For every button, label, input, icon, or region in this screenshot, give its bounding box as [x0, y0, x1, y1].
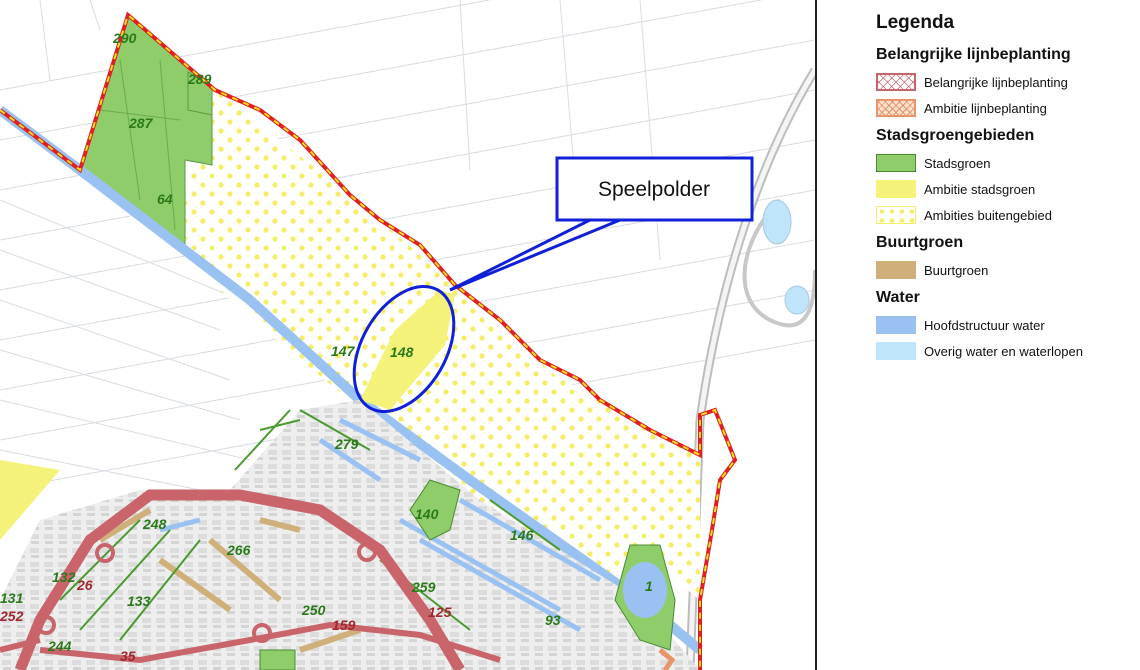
legend-item-buurtgroen: Buurtgroen: [876, 260, 988, 280]
swatch-buurtgroen: [876, 261, 916, 279]
legend-section-stadsgroengebieden: Stadsgroengebieden: [876, 127, 1035, 144]
area-label-290: 290: [112, 30, 137, 46]
area-label-132: 132: [52, 569, 76, 585]
legend-section-buurtgroen: Buurtgroen: [876, 234, 964, 251]
area-label-259: 259: [411, 579, 436, 595]
legend-label: Buurtgroen: [924, 262, 989, 278]
area-label-147: 147: [331, 343, 356, 359]
area-label-244: 244: [47, 638, 72, 654]
panel-divider: [815, 0, 817, 670]
callout-text: Speelpolder: [598, 178, 710, 201]
area-label-250: 250: [301, 602, 326, 618]
legend-label: Overig water en waterlopen: [924, 343, 1083, 359]
legend-item-overig-water: Overig water en waterlopen: [876, 341, 1083, 361]
legend-label: Ambitie stadsgroen: [924, 181, 1036, 197]
area-label-289: 289: [187, 71, 212, 87]
legend-panel: Legenda Belangrijke lijnbeplanting Belan…: [845, 0, 1140, 670]
area-label-266: 266: [226, 542, 251, 558]
area-label-148: 148: [390, 344, 414, 360]
legend-label: Ambities buitengebied: [924, 207, 1052, 223]
area-label-248: 248: [142, 516, 167, 532]
area-label-35: 35: [120, 648, 136, 664]
area-label-1: 1: [645, 578, 653, 594]
area-label-26: 26: [76, 577, 93, 593]
area-label-252: 252: [0, 608, 24, 624]
area-label-133: 133: [127, 593, 151, 609]
area-label-64: 64: [157, 191, 173, 207]
legend-item-ambities-buitengebied: Ambities buitengebied: [876, 205, 1052, 225]
swatch-ambitie-stadsgroen: [876, 180, 916, 198]
legend-label: Belangrijke lijnbeplanting: [924, 74, 1068, 90]
swatch-ambities-buitengebied: [876, 206, 916, 224]
area-label-287: 287: [128, 115, 154, 131]
swatch-hatch-orange: [876, 99, 916, 117]
area-label-279: 279: [334, 436, 359, 452]
swatch-hoofdstructuur-water: [876, 316, 916, 334]
legend-label: Stadsgroen: [924, 155, 991, 171]
legend-label: Hoofdstructuur water: [924, 317, 1045, 333]
legend-item-belangrijke-lijnbeplanting: Belangrijke lijnbeplanting: [876, 72, 1068, 92]
legend-item-stadsgroen: Stadsgroen: [876, 153, 991, 173]
legend-section-water: Water: [876, 289, 920, 306]
legend-section-lijnbeplanting: Belangrijke lijnbeplanting: [876, 46, 1071, 63]
legend-title: Legenda: [876, 12, 955, 33]
swatch-stadsgroen: [876, 154, 916, 172]
area-label-131: 131: [0, 590, 24, 606]
area-label-159: 159: [332, 617, 356, 633]
legend-item-ambitie-lijnbeplanting: Ambitie lijnbeplanting: [876, 98, 1047, 118]
swatch-hatch-red: [876, 73, 916, 91]
swatch-overig-water: [876, 342, 916, 360]
map-view[interactable]: Speelpolder 290 289 287 64 147 148 279 140 146 1 2…: [0, 0, 815, 670]
area-label-146: 146: [510, 527, 534, 543]
legend-label: Ambitie lijnbeplanting: [924, 100, 1047, 116]
legend-item-hoofdstructuur-water: Hoofdstructuur water: [876, 315, 1045, 335]
area-label-125: 125: [428, 604, 452, 620]
legend-item-ambitie-stadsgroen: Ambitie stadsgroen: [876, 179, 1035, 199]
area-label-93: 93: [545, 612, 561, 628]
area-label-140: 140: [415, 506, 439, 522]
map-canvas: Speelpolder 29028928764147 14827914014612…: [0, 0, 815, 670]
